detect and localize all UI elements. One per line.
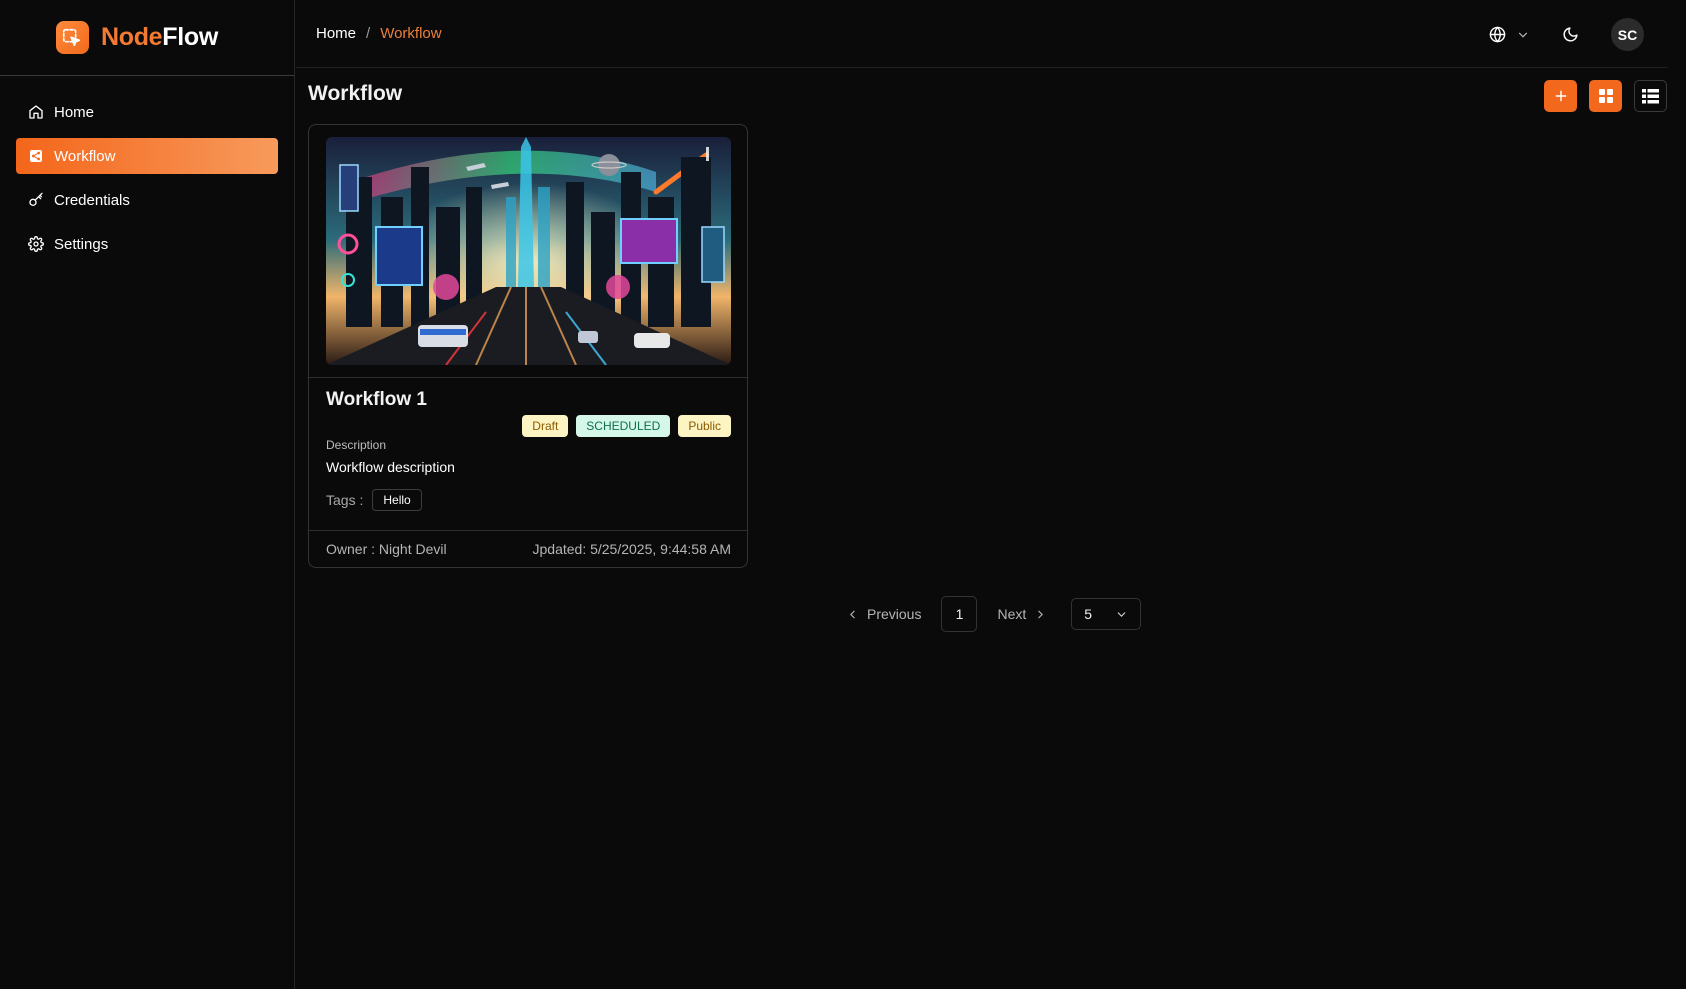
moon-icon (1563, 27, 1578, 42)
sidebar-item-label: Credentials (54, 191, 130, 209)
globe-icon (1489, 26, 1506, 43)
sidebar-item-home[interactable]: Home (16, 94, 278, 130)
previous-label: Previous (867, 606, 922, 622)
app-name-part1: Node (100, 23, 163, 51)
breadcrumb-separator: / (366, 25, 371, 42)
tag-chip: Hello (372, 489, 422, 511)
sidebar: NodeFlow Home Workflow Credentials Setti… (0, 0, 295, 989)
sidebar-item-credentials[interactable]: Credentials (16, 182, 278, 218)
gear-icon (28, 236, 44, 252)
previous-page-button[interactable]: Previous (846, 606, 921, 622)
workflow-title[interactable]: Workflow 1 (326, 389, 427, 411)
workflow-icon (30, 150, 42, 162)
top-header: Home / Workflow SC (296, 0, 1686, 68)
app-name-part2: Flow (162, 23, 219, 51)
next-label: Next (997, 606, 1027, 622)
description-text: Workflow description (326, 459, 455, 475)
key-icon (29, 192, 43, 206)
breadcrumb-home[interactable]: Home (316, 25, 356, 42)
page-size-value: 5 (1084, 606, 1093, 622)
header-actions: SC (1489, 18, 1644, 51)
list-icon (1642, 88, 1659, 103)
plus-icon (1555, 90, 1566, 102)
list-view-button[interactable] (1634, 80, 1667, 112)
tags-label: Tags : (326, 492, 364, 508)
page-size-select[interactable]: 5 (1071, 598, 1142, 630)
workflow-owner: Owner : Night Devil (326, 541, 447, 557)
card-footer-divider (309, 530, 747, 531)
description-label: Description (326, 438, 387, 452)
chevron-right-icon (1038, 610, 1044, 618)
theme-toggle-button[interactable] (1562, 26, 1579, 43)
add-workflow-button[interactable] (1544, 80, 1577, 112)
sidebar-item-label: Home (54, 103, 95, 121)
workflow-thumbnail (326, 137, 731, 365)
sidebar-item-settings[interactable]: Settings (16, 226, 278, 262)
app-name: NodeFlow (101, 23, 218, 52)
card-divider (309, 377, 747, 378)
status-badges: Draft SCHEDULED Public (522, 415, 731, 437)
breadcrumb: Home / Workflow (316, 25, 442, 42)
workflow-card[interactable]: Workflow 1 Draft SCHEDULED Public Descri… (308, 124, 748, 568)
grid-icon (1598, 89, 1613, 103)
page-title: Workflow (308, 82, 403, 105)
home-icon (29, 105, 43, 119)
user-avatar[interactable]: SC (1611, 18, 1644, 51)
view-toolbar (1544, 80, 1667, 112)
chevron-down-icon (1518, 32, 1528, 38)
language-selector[interactable] (1489, 26, 1530, 43)
next-page-button[interactable]: Next (997, 606, 1047, 622)
sidebar-nav: Home Workflow Credentials Settings (0, 76, 294, 262)
scrollbar[interactable] (1668, 0, 1686, 989)
tags-row: Tags : Hello (326, 489, 422, 511)
page-number-button[interactable]: 1 (941, 596, 978, 632)
grid-view-button[interactable] (1589, 80, 1622, 112)
chevron-down-icon (1117, 611, 1126, 617)
sidebar-item-label: Workflow (54, 147, 116, 165)
breadcrumb-current: Workflow (380, 25, 442, 42)
status-badge-draft: Draft (522, 415, 569, 437)
chevron-left-icon (850, 610, 855, 618)
pagination: Previous 1 Next 5 (846, 596, 1142, 632)
brand[interactable]: NodeFlow (0, 0, 294, 76)
workflow-updated: Jpdated: 5/25/2025, 9:44:58 AM (532, 541, 732, 557)
sidebar-item-workflow[interactable]: Workflow (16, 138, 278, 174)
sidebar-item-label: Settings (54, 235, 109, 253)
app-logo-icon (55, 21, 89, 54)
status-badge-public: Public (678, 415, 731, 437)
status-badge-scheduled: SCHEDULED (576, 415, 671, 437)
